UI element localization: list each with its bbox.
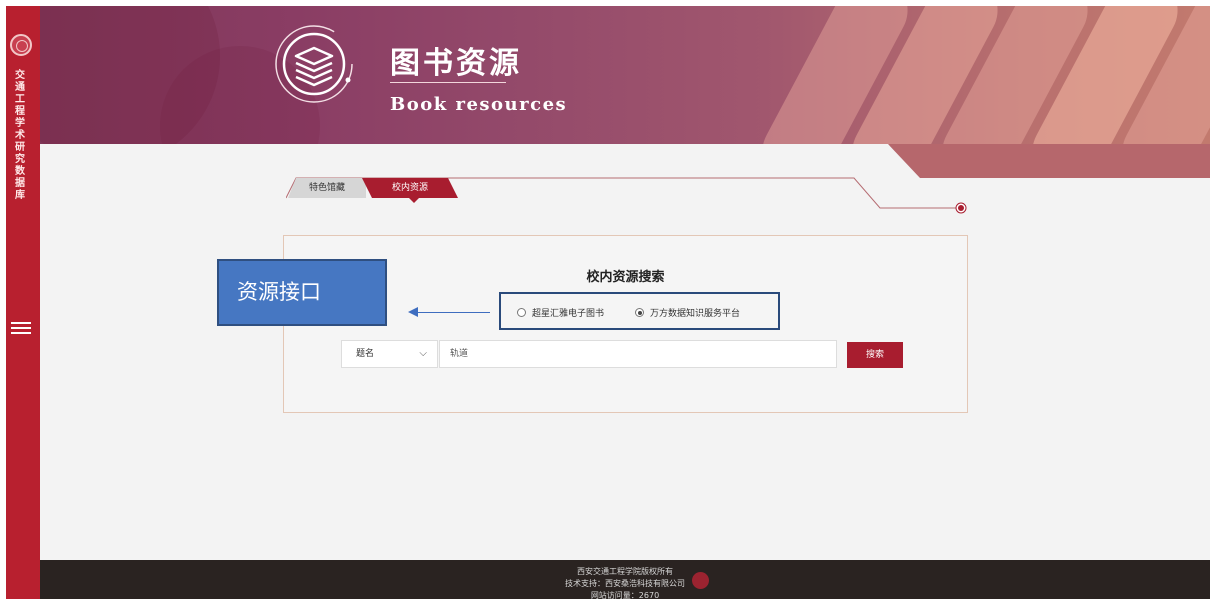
sidebar-vertical-title: 交通工程学术研究数据库	[15, 70, 25, 201]
footer-seal-logo	[692, 572, 709, 589]
footer-support: 技术支持：西安桑浩科技有限公司	[565, 579, 685, 588]
banner-divider	[390, 82, 506, 83]
radio-selected-icon	[635, 308, 644, 317]
page-banner: 图书资源 Book resources	[40, 6, 1210, 144]
banner-title: 图书资源	[390, 46, 522, 81]
chevron-down-icon: ⌵	[419, 348, 427, 359]
search-input[interactable]: 轨道	[439, 340, 837, 368]
annotation-label-box: 资源接口	[217, 259, 387, 326]
annotation-arrow-icon	[408, 307, 490, 317]
footer-copyright: 西安交通工程学院版权所有	[577, 567, 673, 576]
school-seal-logo	[10, 34, 32, 56]
source-radio-group: 超星汇雅电子图书 万方数据知识服务平台	[499, 292, 780, 330]
hamburger-menu-icon[interactable]	[11, 319, 31, 337]
select-value: 题名	[356, 349, 375, 359]
radio-wanfang[interactable]: 万方数据知识服务平台	[635, 306, 740, 319]
book-stack-icon	[275, 25, 353, 103]
tab-campus-resources[interactable]: 校内资源	[362, 178, 458, 198]
radio-label: 超星汇雅电子图书	[532, 309, 605, 319]
footer-visit-count: 网站访问量：2670	[590, 591, 660, 599]
tab-featured-collection[interactable]: 特色馆藏	[288, 178, 366, 198]
page-frame: 交通工程学术研究数据库 图书资源 Book resources 特色馆藏 校内资…	[6, 6, 1210, 599]
banner-subtitle: Book resources	[390, 94, 568, 115]
left-sidebar: 交通工程学术研究数据库	[6, 6, 40, 599]
search-button[interactable]: 搜索	[847, 342, 903, 368]
page-footer: 西安交通工程学院版权所有 技术支持：西安桑浩科技有限公司 网站访问量：2670	[40, 560, 1210, 599]
radio-unselected-icon	[517, 308, 526, 317]
radio-chaoxing[interactable]: 超星汇雅电子图书	[517, 306, 604, 319]
active-tab-pointer	[409, 198, 419, 203]
radio-label: 万方数据知识服务平台	[650, 309, 741, 319]
search-field-select[interactable]: 题名 ⌵	[341, 340, 438, 368]
